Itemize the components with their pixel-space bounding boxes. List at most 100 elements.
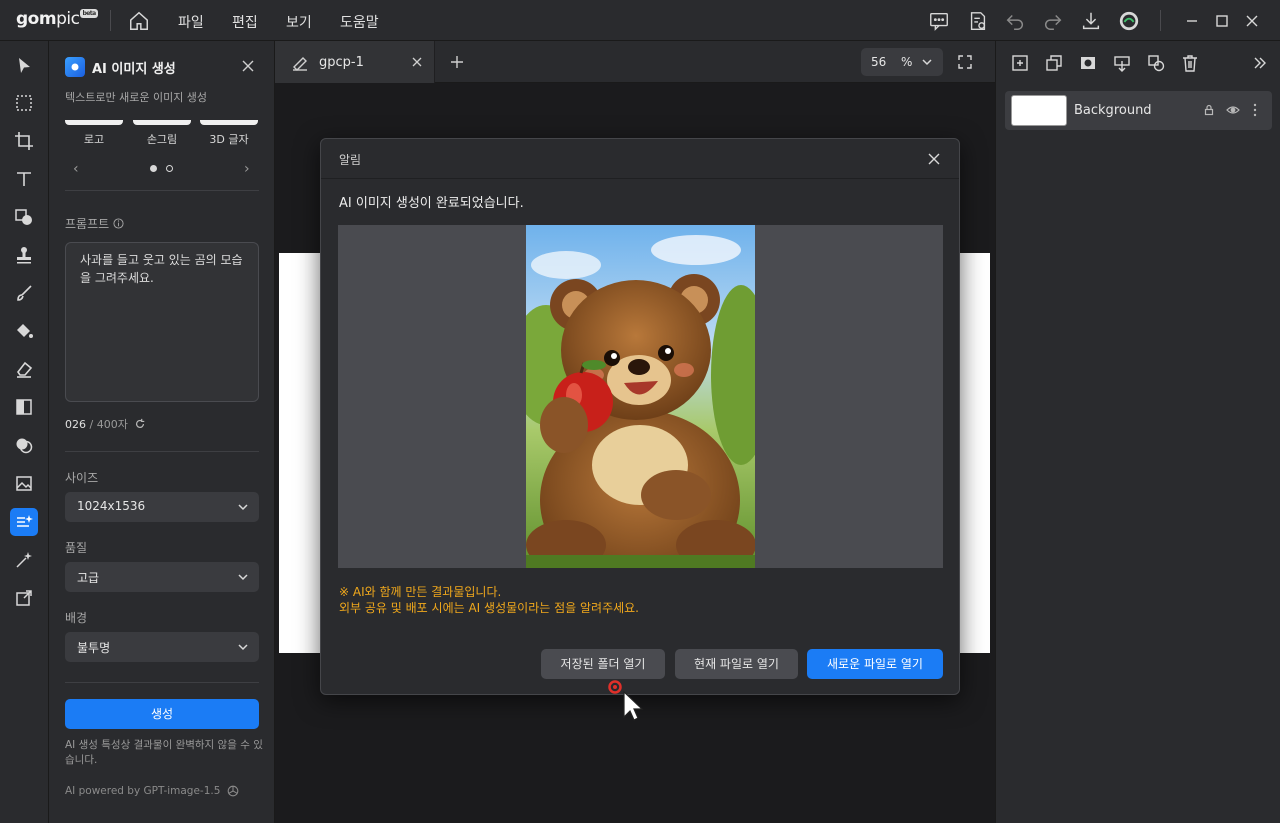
chevron-down-icon <box>922 59 932 66</box>
history-doc-icon[interactable] <box>967 10 989 32</box>
chevron-down-icon <box>238 504 248 511</box>
layer-thumbnail <box>1011 95 1067 126</box>
open-saved-folder-button[interactable]: 저장된 폴더 열기 <box>541 649 665 679</box>
mouse-cursor-icon <box>608 680 644 721</box>
dialog-title: 알림 <box>339 153 362 167</box>
panel-close-icon[interactable] <box>241 59 255 73</box>
generated-image-preview <box>338 225 943 568</box>
quality-label: 품질 <box>65 541 88 555</box>
chevron-down-icon <box>238 574 248 581</box>
minimize-icon[interactable] <box>1182 11 1202 31</box>
undo-icon[interactable] <box>1004 10 1026 32</box>
divider <box>65 682 259 683</box>
stamp-tool-icon[interactable] <box>10 241 38 269</box>
document-tab-bar: gpcp-1 56 % <box>275 41 995 83</box>
maximize-icon[interactable] <box>1212 11 1232 31</box>
generated-bear-image <box>526 225 755 568</box>
layer-item[interactable]: Background <box>1005 91 1272 130</box>
panel-subtitle: 텍스트로만 새로운 이미지 생성 <box>65 91 208 104</box>
merge-layer-icon <box>1114 56 1130 72</box>
marquee-tool-icon[interactable] <box>10 89 38 117</box>
reset-icon <box>135 418 145 428</box>
zoom-control[interactable]: 56 % <box>861 48 943 76</box>
quality-select[interactable]: 고급 <box>65 562 259 592</box>
generate-button[interactable]: 생성 <box>65 699 259 729</box>
prompt-label: 프롬프트 <box>65 215 124 232</box>
download-icon[interactable] <box>1080 10 1102 32</box>
home-icon[interactable] <box>128 10 150 32</box>
add-layer-icon <box>1012 55 1028 71</box>
carousel-prev-icon[interactable]: ‹ <box>73 161 79 177</box>
dialog-close-icon[interactable] <box>927 152 941 166</box>
panel-title: AI 이미지 생성 <box>65 57 176 77</box>
style-card-3d-text[interactable] <box>200 120 258 125</box>
prompt-textarea[interactable]: 사과를 들고 웃고 있는 곰의 모습을 그려주세요. <box>65 242 259 402</box>
dialog-header: 알림 <box>321 139 959 179</box>
carousel-dot-active[interactable] <box>150 165 157 172</box>
export-tool-icon[interactable] <box>10 584 38 612</box>
lock-icon <box>1204 104 1214 116</box>
powered-by: AI powered by GPT-image-1.5 <box>65 784 240 798</box>
title-separator <box>1160 10 1161 31</box>
eraser-tool-icon[interactable] <box>10 355 38 383</box>
document-icon <box>293 57 307 71</box>
menu-view[interactable]: 보기 <box>286 12 312 32</box>
close-window-icon[interactable] <box>1242 11 1262 31</box>
dialog-message: AI 이미지 생성이 완료되었습니다. <box>339 196 524 211</box>
document-tab-label: gpcp-1 <box>319 55 364 70</box>
fill-tool-icon[interactable] <box>10 317 38 345</box>
text-tool-icon[interactable] <box>10 165 38 193</box>
blend-tool-icon[interactable] <box>10 431 38 459</box>
ai-magic-tool-icon[interactable] <box>10 546 38 574</box>
redo-icon[interactable] <box>1042 10 1064 32</box>
divider <box>65 190 259 191</box>
image-edit-tool-icon[interactable] <box>10 469 38 497</box>
style-card-handdrawn[interactable] <box>133 120 191 125</box>
layer-effects-icon <box>1148 55 1165 72</box>
brush-tool-icon[interactable] <box>10 279 38 307</box>
select-tool-icon[interactable] <box>10 52 38 80</box>
feedback-icon[interactable] <box>928 10 950 32</box>
shape-tool-icon[interactable] <box>10 203 38 231</box>
carousel-next-icon[interactable]: › <box>244 161 250 177</box>
tab-close-icon <box>412 57 422 67</box>
open-as-current-file-button[interactable]: 현재 파일로 열기 <box>675 649 798 679</box>
background-select[interactable]: 불투명 <box>65 632 259 662</box>
openai-icon <box>228 785 239 797</box>
menu-edit[interactable]: 편집 <box>232 12 258 32</box>
title-bar: gompic beta 파일 편집 보기 도움말 <box>0 0 1280 41</box>
tool-bar <box>0 41 49 823</box>
app-logo: gompic beta <box>16 9 98 29</box>
crop-tool-icon[interactable] <box>10 127 38 155</box>
menu-help[interactable]: 도움말 <box>340 12 379 32</box>
title-separator <box>110 10 111 31</box>
ai-image-tool-icon[interactable] <box>10 508 38 536</box>
gradient-tool-icon[interactable] <box>10 393 38 421</box>
fit-screen-icon <box>958 55 972 69</box>
style-label: 3D 글자 <box>209 133 249 146</box>
ai-warning: ※ AI와 함께 만든 결과물입니다. 외부 공유 및 배포 시에는 AI 생성… <box>339 585 640 615</box>
style-label: 로고 <box>83 133 105 146</box>
more-options-icon <box>1253 103 1257 117</box>
mask-layer-icon <box>1081 57 1095 69</box>
collapse-panel-icon <box>1254 57 1266 69</box>
account-icon[interactable] <box>1118 10 1140 32</box>
background-label: 배경 <box>65 611 88 625</box>
zoom-unit: % <box>901 55 913 69</box>
style-label: 손그림 <box>146 133 178 146</box>
duplicate-layer-icon <box>1046 55 1062 71</box>
size-label: 사이즈 <box>65 471 99 485</box>
menu-file[interactable]: 파일 <box>178 12 204 32</box>
carousel-dot[interactable] <box>166 165 173 172</box>
size-select[interactable]: 1024x1536 <box>65 492 259 522</box>
style-card-logo[interactable] <box>65 120 123 125</box>
chevron-down-icon <box>238 644 248 651</box>
ai-disclaimer: AI 생성 특성상 결과물이 완벽하지 않을 수 있습니다. <box>65 739 263 766</box>
tab-document[interactable]: gpcp-1 <box>275 41 435 83</box>
layer-name: Background <box>1074 103 1152 118</box>
ai-image-panel: AI 이미지 생성 텍스트로만 새로운 이미지 생성 로고 손그림 3D 글자 … <box>49 41 275 823</box>
layers-panel: Background <box>995 41 1280 823</box>
open-as-new-file-button[interactable]: 새로운 파일로 열기 <box>807 649 943 679</box>
zoom-value: 56 <box>871 55 887 69</box>
char-counter: 026 / 400자 <box>65 416 146 432</box>
